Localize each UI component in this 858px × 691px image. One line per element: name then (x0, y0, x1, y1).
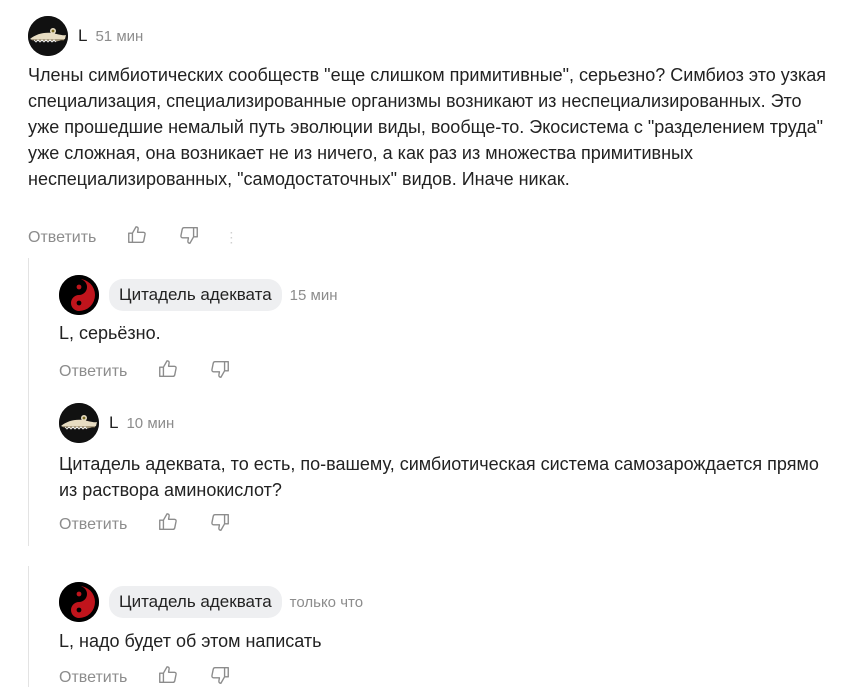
author-name[interactable]: L (78, 26, 87, 46)
more-dots-icon[interactable]: ⋮ (224, 229, 238, 246)
comment-text: L, надо будет об этом написать (59, 631, 322, 651)
timestamp: 51 мин (95, 27, 144, 45)
author-name[interactable]: Цитадель адеквата (109, 279, 282, 311)
thumbs-down-icon[interactable] (209, 358, 231, 385)
reply-button[interactable]: Ответить (59, 363, 127, 381)
author-name[interactable]: Цитадель адеквата (109, 586, 282, 618)
timestamp: 10 мин (126, 414, 175, 432)
reply-button[interactable]: Ответить (59, 516, 127, 534)
comment-text: Цитадель адеквата, то есть, по-вашему, с… (59, 454, 819, 500)
comment-text: Члены симбиотических сообществ "еще слиш… (28, 65, 827, 189)
thread-line (28, 258, 29, 546)
comment-header: L 10 мин (59, 403, 174, 443)
comment-header: L 51 мин (28, 16, 143, 56)
thumbs-down-icon[interactable] (178, 224, 200, 251)
comment-actions: Ответить (59, 511, 231, 538)
comment-header: Цитадель адеквата 15 мин (59, 275, 338, 315)
avatar[interactable] (28, 16, 68, 56)
thumbs-down-icon[interactable] (209, 511, 231, 538)
avatar[interactable] (59, 275, 99, 315)
comment-header: Цитадель адеквата только что (59, 582, 363, 622)
thumbs-up-icon[interactable] (157, 511, 179, 538)
timestamp: 15 мин (289, 286, 338, 304)
reply-button[interactable]: Ответить (28, 229, 96, 247)
comment-actions: Ответить ⋮ (28, 224, 238, 251)
avatar[interactable] (59, 403, 99, 443)
thread-line (28, 566, 29, 687)
author-name[interactable]: L (109, 413, 118, 433)
timestamp: только что (289, 593, 364, 611)
comment-text: L, серьёзно. (59, 323, 161, 343)
thumbs-up-icon[interactable] (157, 358, 179, 385)
comment-actions: Ответить (59, 358, 231, 385)
reply-button[interactable]: Ответить (59, 669, 127, 687)
thumbs-up-icon[interactable] (126, 224, 148, 251)
avatar[interactable] (59, 582, 99, 622)
